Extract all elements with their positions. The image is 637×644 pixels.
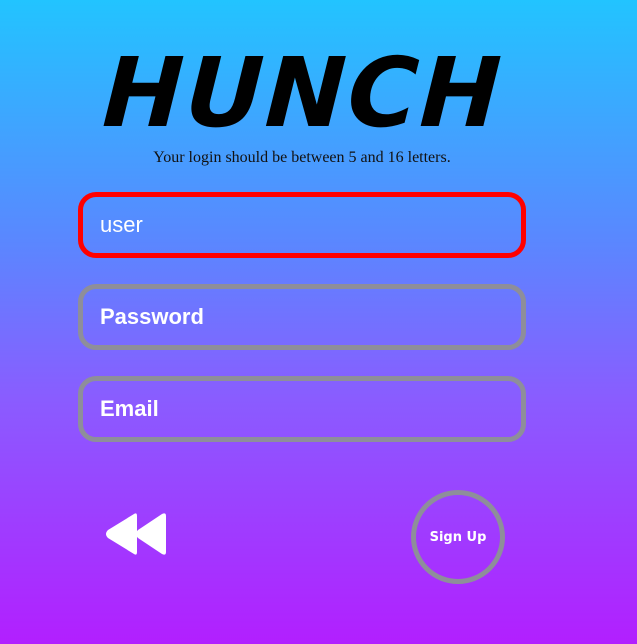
back-button[interactable] xyxy=(104,510,168,558)
login-input[interactable]: user xyxy=(78,192,526,258)
sign-up-button[interactable]: Sign Up xyxy=(411,490,505,584)
rewind-icon xyxy=(106,513,166,555)
password-input-placeholder: Password xyxy=(100,304,204,329)
password-input[interactable]: Password xyxy=(78,284,526,350)
login-input-value: user xyxy=(100,212,143,237)
email-input[interactable]: Email xyxy=(78,376,526,442)
email-input-placeholder: Email xyxy=(100,396,159,421)
sign-up-label: Sign Up xyxy=(429,529,487,545)
login-hint-text: Your login should be between 5 and 16 le… xyxy=(153,149,451,166)
app-logo: HUNCH xyxy=(100,37,506,149)
